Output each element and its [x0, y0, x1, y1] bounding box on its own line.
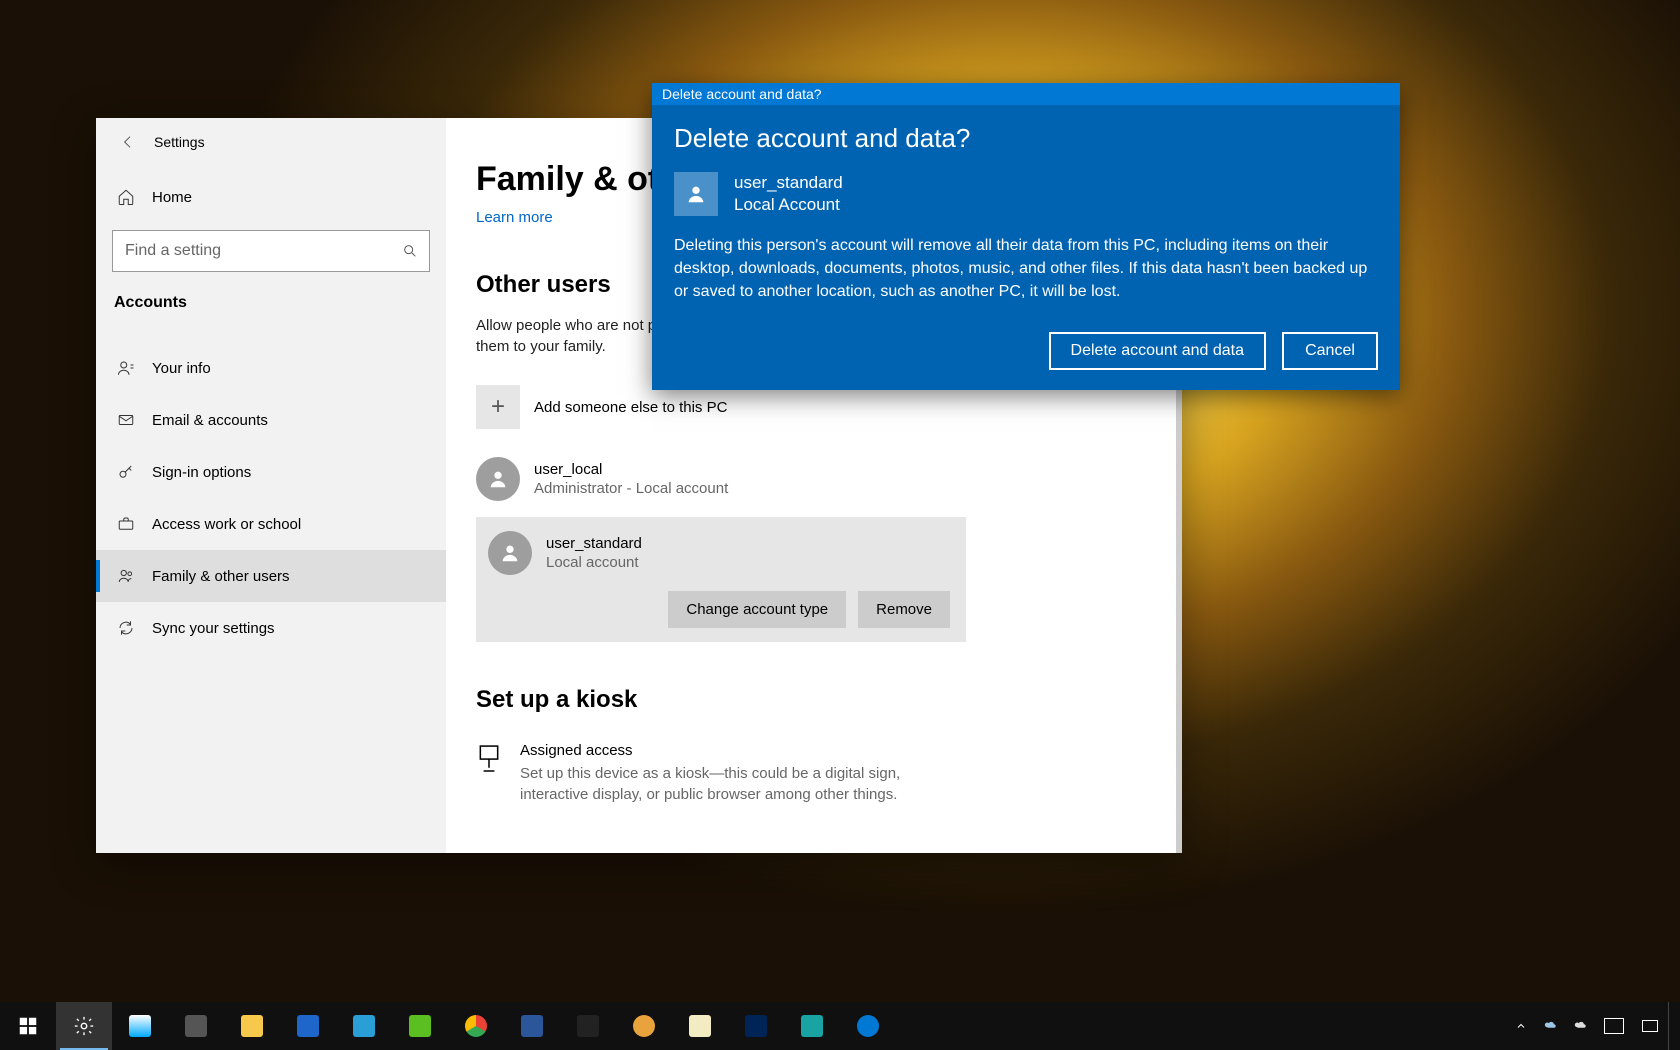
sidebar-item-your-info[interactable]: Your info — [96, 342, 446, 394]
taskbar-notepad[interactable] — [672, 1002, 728, 1050]
briefcase-icon — [114, 515, 138, 533]
taskbar-camera[interactable] — [168, 1002, 224, 1050]
window-titlebar: Settings — [96, 118, 446, 166]
nav-label: Email & accounts — [152, 412, 268, 429]
user-row-standard[interactable]: user_standard Local account Change accou… — [476, 517, 966, 642]
person-icon — [114, 359, 138, 377]
sidebar-item-email[interactable]: Email & accounts — [96, 394, 446, 446]
sidebar-section-label: Accounts — [96, 286, 446, 322]
show-desktop-button[interactable] — [1668, 1002, 1676, 1050]
delete-account-dialog: Delete account and data? Delete account … — [652, 83, 1400, 390]
dialog-user-row: user_standard Local Account — [674, 172, 1378, 216]
settings-sidebar: Settings Home Accounts Your info Email &… — [96, 118, 446, 853]
dialog-titlebar: Delete account and data? — [652, 83, 1400, 105]
user-type: Administrator - Local account — [534, 480, 728, 497]
add-user-label: Add someone else to this PC — [534, 399, 727, 416]
window-title: Settings — [154, 134, 205, 150]
nav-label: Family & other users — [152, 568, 290, 585]
nav-list: Your info Email & accounts Sign-in optio… — [96, 342, 446, 654]
search-wrap — [112, 230, 430, 272]
nav-label: Sync your settings — [152, 620, 275, 637]
kiosk-desc: Set up this device as a kiosk—this could… — [520, 763, 940, 805]
taskbar-edge-dev[interactable] — [616, 1002, 672, 1050]
nav-home[interactable]: Home — [96, 172, 446, 222]
taskbar-cmd[interactable] — [560, 1002, 616, 1050]
dialog-user-type: Local Account — [734, 195, 843, 215]
taskbar-app-2[interactable] — [392, 1002, 448, 1050]
user-name: user_local — [534, 461, 728, 478]
avatar-icon — [476, 457, 520, 501]
kiosk-row[interactable]: Assigned access Set up this device as a … — [476, 742, 1152, 805]
taskbar-chrome[interactable] — [448, 1002, 504, 1050]
add-user-row[interactable]: + Add someone else to this PC — [476, 385, 1152, 429]
change-account-type-button[interactable]: Change account type — [668, 591, 846, 628]
user-type: Local account — [546, 554, 642, 571]
kiosk-title: Assigned access — [520, 742, 940, 759]
kiosk-icon — [476, 742, 502, 805]
sidebar-item-sync[interactable]: Sync your settings — [96, 602, 446, 654]
taskbar-edge[interactable] — [840, 1002, 896, 1050]
home-icon — [114, 188, 138, 206]
avatar-icon — [674, 172, 718, 216]
taskbar-powershell[interactable] — [728, 1002, 784, 1050]
tray-onedrive-icon[interactable] — [1536, 1002, 1566, 1050]
taskbar-explorer[interactable] — [224, 1002, 280, 1050]
nav-label: Sign-in options — [152, 464, 251, 481]
taskbar-mail[interactable] — [280, 1002, 336, 1050]
tray-notifications-icon[interactable] — [1632, 1002, 1668, 1050]
tray-cloud-icon[interactable] — [1566, 1002, 1596, 1050]
dialog-user-name: user_standard — [734, 173, 843, 193]
sidebar-item-signin[interactable]: Sign-in options — [96, 446, 446, 498]
sidebar-item-work-school[interactable]: Access work or school — [96, 498, 446, 550]
back-button[interactable] — [108, 122, 148, 162]
sidebar-item-family[interactable]: Family & other users — [96, 550, 446, 602]
cancel-button[interactable]: Cancel — [1282, 332, 1378, 370]
people-icon — [114, 567, 138, 585]
remove-user-button[interactable]: Remove — [858, 591, 950, 628]
avatar-icon — [488, 531, 532, 575]
tray-chevron-icon[interactable] — [1506, 1002, 1536, 1050]
learn-more-link[interactable]: Learn more — [476, 209, 553, 226]
dialog-body-text: Deleting this person's account will remo… — [674, 234, 1378, 304]
nav-home-label: Home — [152, 189, 192, 206]
delete-confirm-button[interactable]: Delete account and data — [1049, 332, 1266, 370]
plus-icon: + — [476, 385, 520, 429]
taskbar — [0, 1002, 1680, 1050]
taskbar-word[interactable] — [504, 1002, 560, 1050]
sync-icon — [114, 619, 138, 637]
start-button[interactable] — [0, 1002, 56, 1050]
mail-icon — [114, 411, 138, 429]
nav-label: Access work or school — [152, 516, 301, 533]
taskbar-app-3[interactable] — [784, 1002, 840, 1050]
search-icon[interactable] — [390, 230, 430, 272]
kiosk-heading: Set up a kiosk — [476, 686, 1152, 714]
nav-label: Your info — [152, 360, 211, 377]
tray-input-icon[interactable] — [1596, 1002, 1632, 1050]
taskbar-app-1[interactable] — [336, 1002, 392, 1050]
user-name: user_standard — [546, 535, 642, 552]
user-row-local[interactable]: user_local Administrator - Local account — [476, 451, 1152, 507]
key-icon — [114, 463, 138, 481]
taskbar-settings[interactable] — [56, 1002, 112, 1050]
search-input[interactable] — [112, 230, 430, 272]
dialog-heading: Delete account and data? — [674, 123, 1378, 154]
taskbar-store[interactable] — [112, 1002, 168, 1050]
